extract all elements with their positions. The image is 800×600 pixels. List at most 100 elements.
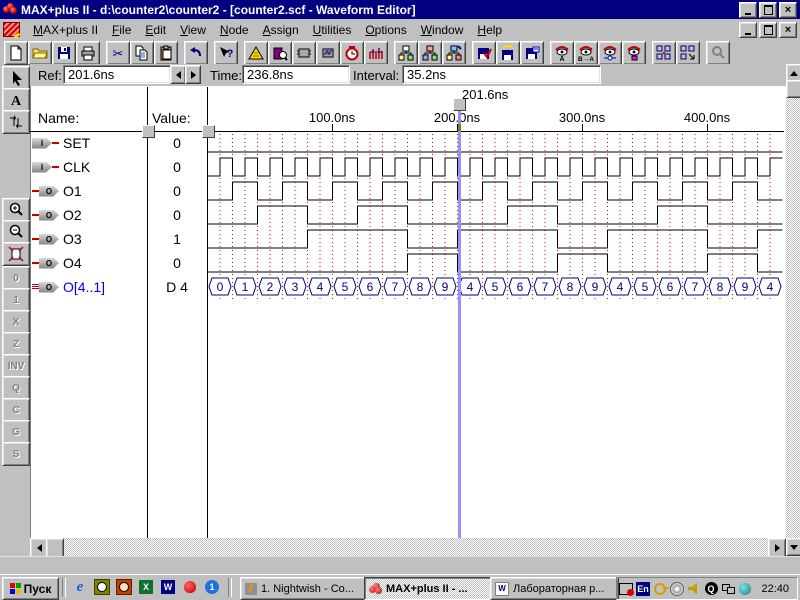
menu-view[interactable]: View [173, 21, 213, 39]
signal-row-CLK[interactable]: I CLK [32, 155, 145, 179]
save-and-simulate-icon [502, 45, 514, 60]
quicklaunch-word-icon[interactable]: W [160, 579, 176, 595]
print-icon [81, 46, 95, 61]
quicklaunch-apple-icon[interactable] [182, 579, 198, 595]
text-tool-button[interactable]: A [2, 88, 30, 112]
menu-help[interactable]: Help [470, 21, 509, 39]
horizontal-scroll-thumb[interactable] [46, 538, 64, 558]
ref-step-left-button[interactable] [170, 65, 186, 84]
tray-key-icon[interactable] [652, 581, 669, 597]
tray-volume-icon[interactable] [686, 581, 702, 597]
context-help-button[interactable]: ? [214, 41, 238, 65]
signal-row-O2[interactable]: O O2 [32, 203, 145, 227]
zoom-out-tool-button[interactable] [2, 220, 30, 244]
timing-analyzer-button[interactable] [340, 41, 364, 65]
compile-current-button[interactable] [418, 41, 442, 65]
paste-button[interactable] [154, 41, 178, 65]
scroll-right-button[interactable] [768, 538, 786, 558]
save-and-check-button[interactable] [472, 41, 496, 65]
programmer-button[interactable] [364, 41, 388, 65]
ref-label: Ref: [38, 68, 62, 83]
time-cursor-line[interactable] [457, 108, 461, 538]
simulator-button[interactable] [316, 41, 340, 65]
zoom-normal-button[interactable] [652, 41, 676, 65]
waveform-plot[interactable]: 0 1 2 3 4 5 6 7 8 9 4 5 6 7 8 9 4 5 6 7 8 9 4 [207, 86, 786, 538]
menu-options[interactable]: Options [358, 21, 413, 39]
vertical-scroll-thumb[interactable] [786, 80, 800, 98]
save-file-button[interactable] [52, 41, 76, 65]
compile-all-button[interactable] [442, 41, 466, 65]
quicklaunch-scheduler-orange-icon[interactable] [116, 579, 132, 595]
time-input[interactable]: 236.8ns [242, 65, 350, 84]
menu-file[interactable]: File [105, 21, 138, 39]
tray-network-icon[interactable] [720, 581, 736, 597]
doc-restore-button[interactable] [759, 22, 777, 38]
minimize-button[interactable] [739, 2, 757, 18]
signal-row-O1[interactable]: O O1 [32, 179, 145, 203]
menu-max-plus-ii[interactable]: MAX+plus II [26, 21, 105, 39]
svg-text:7: 7 [692, 280, 699, 294]
menu-edit[interactable]: Edit [138, 21, 173, 39]
quicklaunch-internet-explorer-icon[interactable]: e [72, 579, 88, 595]
menu-utilities[interactable]: Utilities [306, 21, 359, 39]
vertical-scrollbar[interactable] [786, 64, 800, 556]
task-button-2[interactable]: MAX+plus II - ... [364, 577, 495, 600]
ref-bar: Ref: 201.6ns Time: 236.8ns Interval: 35.… [30, 64, 786, 86]
tray-lang-indicator-icon[interactable]: En [635, 581, 651, 597]
undo-button[interactable] [184, 41, 208, 65]
svg-text:7: 7 [392, 280, 399, 294]
svg-text:5: 5 [342, 280, 349, 294]
save-and-simulate-button[interactable] [496, 41, 520, 65]
open-file-button[interactable] [28, 41, 52, 65]
signal-value: 0 [173, 207, 181, 223]
task-button-1[interactable]: 1. Nightwish - Co... [240, 577, 369, 600]
task-button-3[interactable]: W Лабораторная р... [490, 577, 619, 600]
tray-globe-icon[interactable] [737, 581, 753, 597]
doc-minimize-button[interactable] [739, 22, 757, 38]
zoom-selection-button[interactable] [676, 41, 700, 65]
quicklaunch-number-one-icon[interactable]: 1 [204, 579, 220, 595]
tray-cd-icon[interactable] [669, 581, 685, 597]
cut-button[interactable]: ✂ [106, 41, 130, 65]
overwrite-count-tool-icon: C [12, 404, 20, 416]
signal-row-O41[interactable]: O O[4..1] [32, 275, 145, 299]
copy-button[interactable] [130, 41, 154, 65]
restore-button[interactable] [759, 2, 777, 18]
save-and-compile-button[interactable] [520, 41, 544, 65]
document-icon[interactable] [3, 22, 21, 39]
view-logic-button[interactable] [598, 41, 622, 65]
doc-close-button[interactable]: × [779, 22, 797, 38]
signal-row-O3[interactable]: O O3 [32, 227, 145, 251]
start-button[interactable]: Пуск [2, 577, 59, 600]
quicklaunch-excel-icon[interactable]: X [138, 579, 154, 595]
signal-row-SET[interactable]: I SET [32, 131, 145, 155]
selection-tool-button[interactable] [2, 66, 30, 90]
print-button[interactable] [76, 41, 100, 65]
menu-window[interactable]: Window [414, 21, 471, 39]
horizontal-scrollbar[interactable] [30, 538, 786, 558]
interval-input[interactable]: 35.2ns [402, 65, 601, 84]
quicklaunch-scheduler-olive-icon[interactable] [94, 579, 110, 595]
scroll-down-button[interactable] [786, 538, 800, 556]
menu-node[interactable]: Node [213, 21, 256, 39]
compiler-button[interactable] [244, 41, 268, 65]
tray-quicktime-icon[interactable]: Q [703, 581, 719, 597]
ref-input[interactable]: 201.6ns [63, 65, 171, 84]
hierarchy-display-button[interactable] [394, 41, 418, 65]
new-file-button[interactable] [4, 41, 28, 65]
svg-text:4: 4 [317, 280, 324, 294]
menu-assign[interactable]: Assign [256, 21, 306, 39]
view-node-names-button[interactable]: A [550, 41, 574, 65]
simulator-netlist-button[interactable] [292, 41, 316, 65]
fit-in-window-tool-button[interactable] [2, 242, 30, 266]
waveform-edit-tool-icon [10, 115, 22, 129]
tray-task-scheduler-icon[interactable] [618, 581, 634, 597]
signal-row-O4[interactable]: O O4 [32, 251, 145, 275]
view-node-values-button[interactable]: B→A [574, 41, 598, 65]
message-processor-button[interactable] [268, 41, 292, 65]
waveform-edit-tool-button[interactable] [2, 110, 30, 134]
ref-step-right-button[interactable] [185, 65, 201, 84]
close-button[interactable]: × [779, 2, 797, 18]
view-groups-button[interactable] [622, 41, 646, 65]
zoom-in-tool-button[interactable] [2, 198, 30, 222]
